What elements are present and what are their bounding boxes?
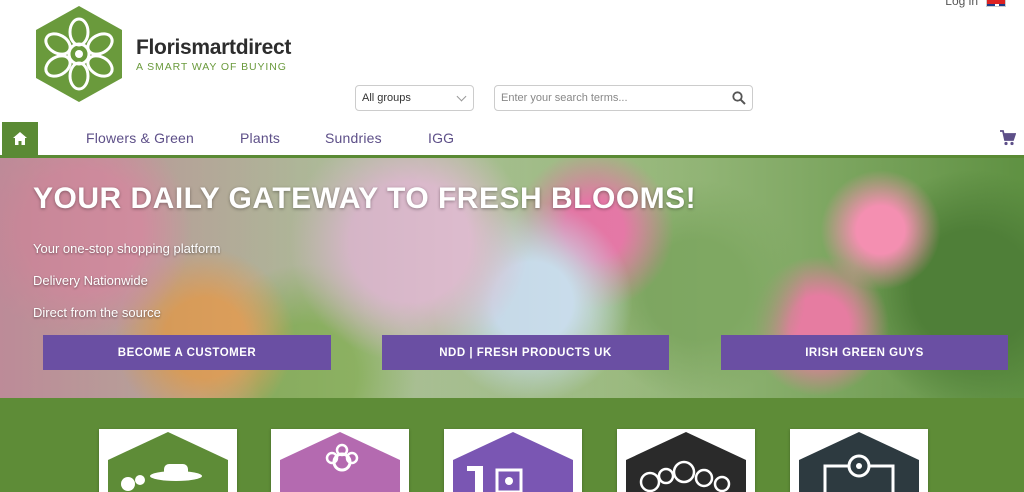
brand-tagline: A SMART WAY OF BUYING [136, 61, 287, 73]
hero-line-source: Direct from the source [33, 305, 161, 320]
flower-hexagon-logo[interactable] [32, 4, 126, 104]
login-link[interactable]: Log in [945, 0, 978, 8]
nav-item-flowers-green[interactable]: Flowers & Green [86, 130, 194, 146]
shopping-cart-icon[interactable] [1000, 130, 1016, 146]
irish-green-guys-button[interactable]: IRISH GREEN GUYS [721, 335, 1008, 370]
group-select[interactable]: All groups [355, 85, 474, 111]
nav-item-plants[interactable]: Plants [240, 130, 280, 146]
search-icon[interactable] [732, 91, 746, 105]
nav-item-sundries[interactable]: Sundries [325, 130, 382, 146]
category-card-gardener[interactable] [99, 429, 237, 492]
brand-name: Florismartdirect [136, 36, 292, 59]
chevron-down-icon [456, 91, 467, 102]
search-input[interactable] [495, 86, 715, 110]
hero-line-platform: Your one-stop shopping platform [33, 241, 221, 256]
category-card-flower-pot[interactable] [271, 429, 409, 492]
group-select-value: All groups [362, 92, 411, 104]
hero-title: YOUR DAILY GATEWAY TO FRESH BLOOMS! [33, 182, 697, 215]
home-icon [13, 132, 27, 145]
nav-item-igg[interactable]: IGG [428, 130, 454, 146]
search-box [494, 85, 753, 111]
category-band [0, 398, 1024, 492]
main-nav: Flowers & Green Plants Sundries IGG [0, 120, 1024, 158]
brand[interactable]: Florismartdirect A SMART WAY OF BUYING [136, 36, 291, 73]
flower-bouquet-icon [626, 432, 746, 492]
sundries-icon [453, 432, 573, 492]
home-button[interactable] [2, 122, 38, 155]
plant-box-icon [799, 432, 919, 492]
uk-flag-icon[interactable] [986, 0, 1006, 7]
category-card-plant-box[interactable] [790, 429, 928, 492]
become-customer-button[interactable]: BECOME A CUSTOMER [43, 335, 331, 370]
category-card-sundries[interactable] [444, 429, 582, 492]
hero-banner: YOUR DAILY GATEWAY TO FRESH BLOOMS! Your… [0, 158, 1024, 398]
category-card-bouquet[interactable] [617, 429, 755, 492]
page: Log in Florismartdirect A SMART WAY OF B… [0, 0, 1024, 492]
top-right-bar: Log in [945, 0, 1006, 8]
hero-line-delivery: Delivery Nationwide [33, 273, 148, 288]
flower-pot-icon [280, 432, 400, 492]
ndd-fresh-products-button[interactable]: NDD | FRESH PRODUCTS UK [382, 335, 669, 370]
gardener-icon [108, 432, 228, 492]
